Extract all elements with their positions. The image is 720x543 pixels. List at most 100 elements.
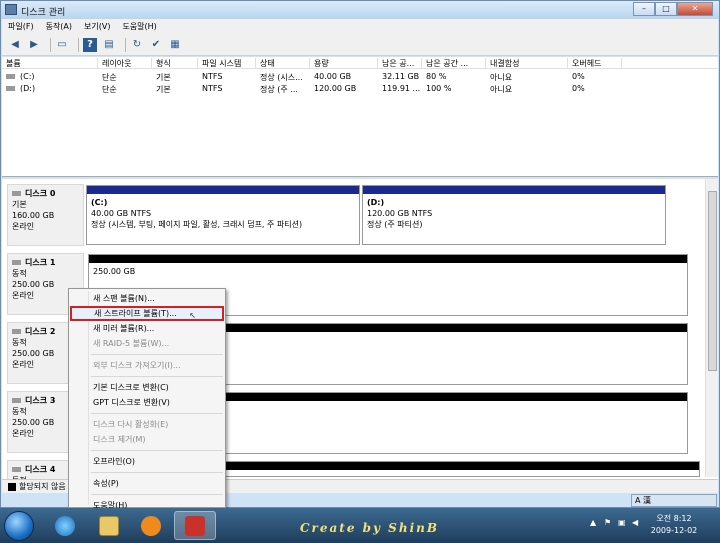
- menu-item-remove-disk: 디스크 제거(M): [93, 435, 146, 444]
- menu-separator: [91, 376, 223, 377]
- col-filesystem[interactable]: 파일 시스템: [198, 58, 256, 69]
- col-fault-tolerance[interactable]: 내결함성: [486, 58, 568, 69]
- legend-label: 할당되지 않음: [19, 482, 66, 491]
- menu-item-new-mirrored-volume[interactable]: 새 미러 볼륨(R)...: [69, 321, 225, 336]
- back-icon[interactable]: ◀: [8, 38, 22, 52]
- cell-fault-tolerance: 아니요: [490, 85, 513, 94]
- tray-expand-icon[interactable]: ▲: [590, 518, 600, 528]
- volume-icon[interactable]: ◀: [632, 518, 642, 528]
- cell-fault-tolerance: 아니요: [490, 73, 513, 82]
- export-icon[interactable]: ▦: [168, 38, 182, 52]
- menu-separator: [91, 413, 223, 414]
- disk-size: 160.00 GB: [12, 211, 55, 220]
- disk-icon: [12, 467, 21, 472]
- volume-list: 볼륨 레이아웃 형식 파일 시스템 상태 용량 남은 공... 남은 공간 ..…: [2, 57, 718, 177]
- menu-item-new-striped-volume[interactable]: 새 스트라이프 볼륨(T)... ↖: [70, 306, 224, 321]
- col-layout[interactable]: 레이아웃: [98, 58, 152, 69]
- unallocated-bar: [89, 255, 687, 263]
- partition-label: (D:): [367, 198, 385, 207]
- primary-partition-bar: [87, 186, 359, 194]
- cell-overhead: 0%: [572, 72, 585, 81]
- settings-icon[interactable]: ✔: [149, 38, 163, 52]
- disk-0-label[interactable]: 디스크 0 기본 160.00 GB 온라인: [7, 184, 84, 246]
- title-bar[interactable]: 디스크 관리 – □ ✕: [1, 1, 719, 19]
- disk-type: 기본: [12, 200, 27, 209]
- col-overhead[interactable]: 오버헤드: [568, 58, 622, 69]
- folder-icon: [99, 515, 119, 536]
- disk-icon: [12, 191, 21, 196]
- col-capacity[interactable]: 용량: [310, 58, 378, 69]
- partition-c[interactable]: (C:) 40.00 GB NTFS 정상 (시스템, 부팅, 페이지 파일, …: [86, 185, 360, 245]
- properties-icon[interactable]: ▤: [102, 38, 116, 52]
- cell-filesystem: NTFS: [202, 72, 223, 81]
- partition-status: 정상 (시스템, 부팅, 페이지 파일, 활성, 크래시 덤프, 주 파티션): [91, 220, 303, 229]
- disk-name: 디스크 4: [25, 465, 56, 474]
- up-icon[interactable]: ▭: [55, 38, 69, 52]
- media-player-taskbar-button[interactable]: [130, 511, 172, 540]
- menu-bar: 파일(F) 동작(A) 보기(V) 도움말(H): [2, 19, 718, 34]
- menu-action[interactable]: 동작(A): [46, 21, 72, 32]
- menu-separator: [91, 450, 223, 451]
- menu-item-convert-to-gpt[interactable]: GPT 디스크로 변환(V): [69, 395, 225, 410]
- menu-item-convert-to-basic[interactable]: 기본 디스크로 변환(C): [69, 380, 225, 395]
- menu-file[interactable]: 파일(F): [8, 21, 34, 32]
- menu-item-import-foreign-disks: 외부 디스크 가져오기(I)...: [93, 361, 181, 370]
- computer-management-icon: [185, 515, 205, 536]
- watermark-caption: Create by ShinB: [300, 521, 439, 535]
- disk-type: 동적: [12, 269, 27, 278]
- internet-explorer-taskbar-button[interactable]: [44, 511, 86, 540]
- disk-name: 디스크 2: [25, 327, 56, 336]
- language-bar[interactable]: A 漢: [631, 494, 717, 507]
- menu-item-properties[interactable]: 속성(P): [69, 476, 225, 491]
- menu-item-new-spanned-volume[interactable]: 새 스팬 볼륨(N)...: [69, 291, 225, 306]
- close-button[interactable]: ✕: [677, 2, 713, 16]
- cell-type: 기본: [156, 73, 171, 82]
- clock[interactable]: 오전 8:12 2009-12-02: [646, 513, 702, 537]
- col-status[interactable]: 상태: [256, 58, 310, 69]
- col-free[interactable]: 남은 공...: [378, 58, 422, 69]
- action-center-icon[interactable]: ⚑: [604, 518, 614, 528]
- media-player-icon: [141, 515, 161, 536]
- col-free-pct[interactable]: 남은 공간 ...: [422, 58, 486, 69]
- disk-management-icon: [5, 4, 17, 15]
- minimize-button[interactable]: –: [633, 2, 655, 16]
- partition-size: 120.00 GB NTFS: [367, 209, 433, 218]
- menu-help[interactable]: 도움말(H): [122, 21, 156, 32]
- menu-view[interactable]: 보기(V): [84, 21, 110, 32]
- toolbar-separator: [125, 37, 126, 52]
- forward-icon[interactable]: ▶: [27, 38, 41, 52]
- table-row[interactable]: (D:) 단순 기본 NTFS 정상 (주 ... 120.00 GB 119.…: [2, 83, 718, 95]
- language-indicator[interactable]: A 漢: [635, 495, 651, 506]
- vertical-scrollbar[interactable]: [705, 179, 718, 477]
- disk-icon: [12, 329, 21, 334]
- col-volume[interactable]: 볼륨: [2, 58, 98, 69]
- toolbar-separator: [50, 37, 51, 52]
- start-button[interactable]: [4, 511, 34, 541]
- drive-icon: [6, 72, 19, 81]
- disk-name: 디스크 1: [25, 258, 56, 267]
- partition-d[interactable]: (D:) 120.00 GB NTFS 정상 (주 파티션): [362, 185, 666, 245]
- volume-list-header: 볼륨 레이아웃 형식 파일 시스템 상태 용량 남은 공... 남은 공간 ..…: [2, 57, 718, 69]
- drive-icon: [6, 84, 19, 93]
- partition-size: 40.00 GB NTFS: [91, 209, 152, 218]
- clock-time: 오전 8:12: [656, 514, 692, 523]
- menu-item-new-raid5-volume: 새 RAID-5 볼륨(W)...: [93, 339, 170, 348]
- disk-name: 디스크 3: [25, 396, 56, 405]
- cell-free: 119.91 ...: [382, 84, 421, 93]
- help-icon[interactable]: ?: [83, 37, 97, 52]
- disk-management-taskbar-button[interactable]: [174, 511, 216, 540]
- col-type[interactable]: 형식: [152, 58, 198, 69]
- cell-volume: (C:): [20, 72, 35, 81]
- network-icon[interactable]: ▣: [618, 518, 628, 528]
- partition-label: (C:): [91, 198, 108, 207]
- menu-separator: [91, 354, 223, 355]
- refresh-icon[interactable]: ↻: [130, 38, 144, 52]
- explorer-taskbar-button[interactable]: [88, 511, 130, 540]
- scroll-thumb[interactable]: [708, 191, 717, 371]
- cell-status: 정상 (주 ...: [260, 85, 298, 94]
- menu-item-offline[interactable]: 오프라인(O): [69, 454, 225, 469]
- menu-separator: [91, 472, 223, 473]
- maximize-button[interactable]: □: [655, 2, 677, 16]
- cell-type: 기본: [156, 85, 171, 94]
- table-row[interactable]: (C:) 단순 기본 NTFS 정상 (시스... 40.00 GB 32.11…: [2, 71, 718, 83]
